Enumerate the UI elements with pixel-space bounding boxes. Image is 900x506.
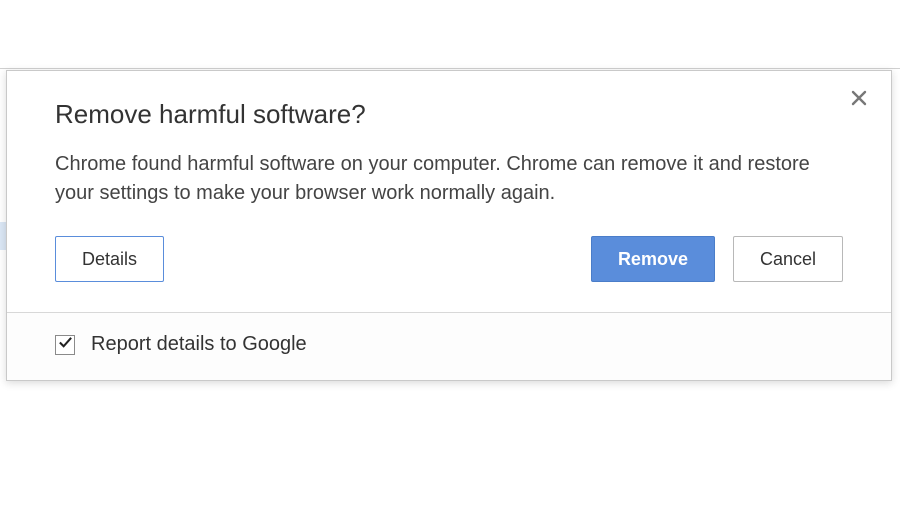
report-checkbox-label: Report details to Google: [91, 333, 307, 356]
background-separator: [0, 68, 900, 69]
dialog-title: Remove harmful software?: [55, 99, 843, 130]
harmful-software-dialog: Remove harmful software? Chrome found ha…: [6, 70, 892, 381]
dialog-body: Remove harmful software? Chrome found ha…: [7, 71, 891, 312]
close-icon: [851, 90, 867, 109]
checkmark-icon: [58, 335, 73, 355]
details-button[interactable]: Details: [55, 236, 164, 282]
dialog-footer: Report details to Google: [7, 312, 891, 380]
checkbox-box: [55, 335, 75, 355]
dialog-message: Chrome found harmful software on your co…: [55, 150, 815, 208]
cancel-button[interactable]: Cancel: [733, 236, 843, 282]
close-button[interactable]: [845, 85, 873, 113]
remove-button[interactable]: Remove: [591, 236, 715, 282]
report-checkbox[interactable]: Report details to Google: [55, 333, 307, 356]
dialog-button-row: Details Remove Cancel: [55, 236, 843, 282]
